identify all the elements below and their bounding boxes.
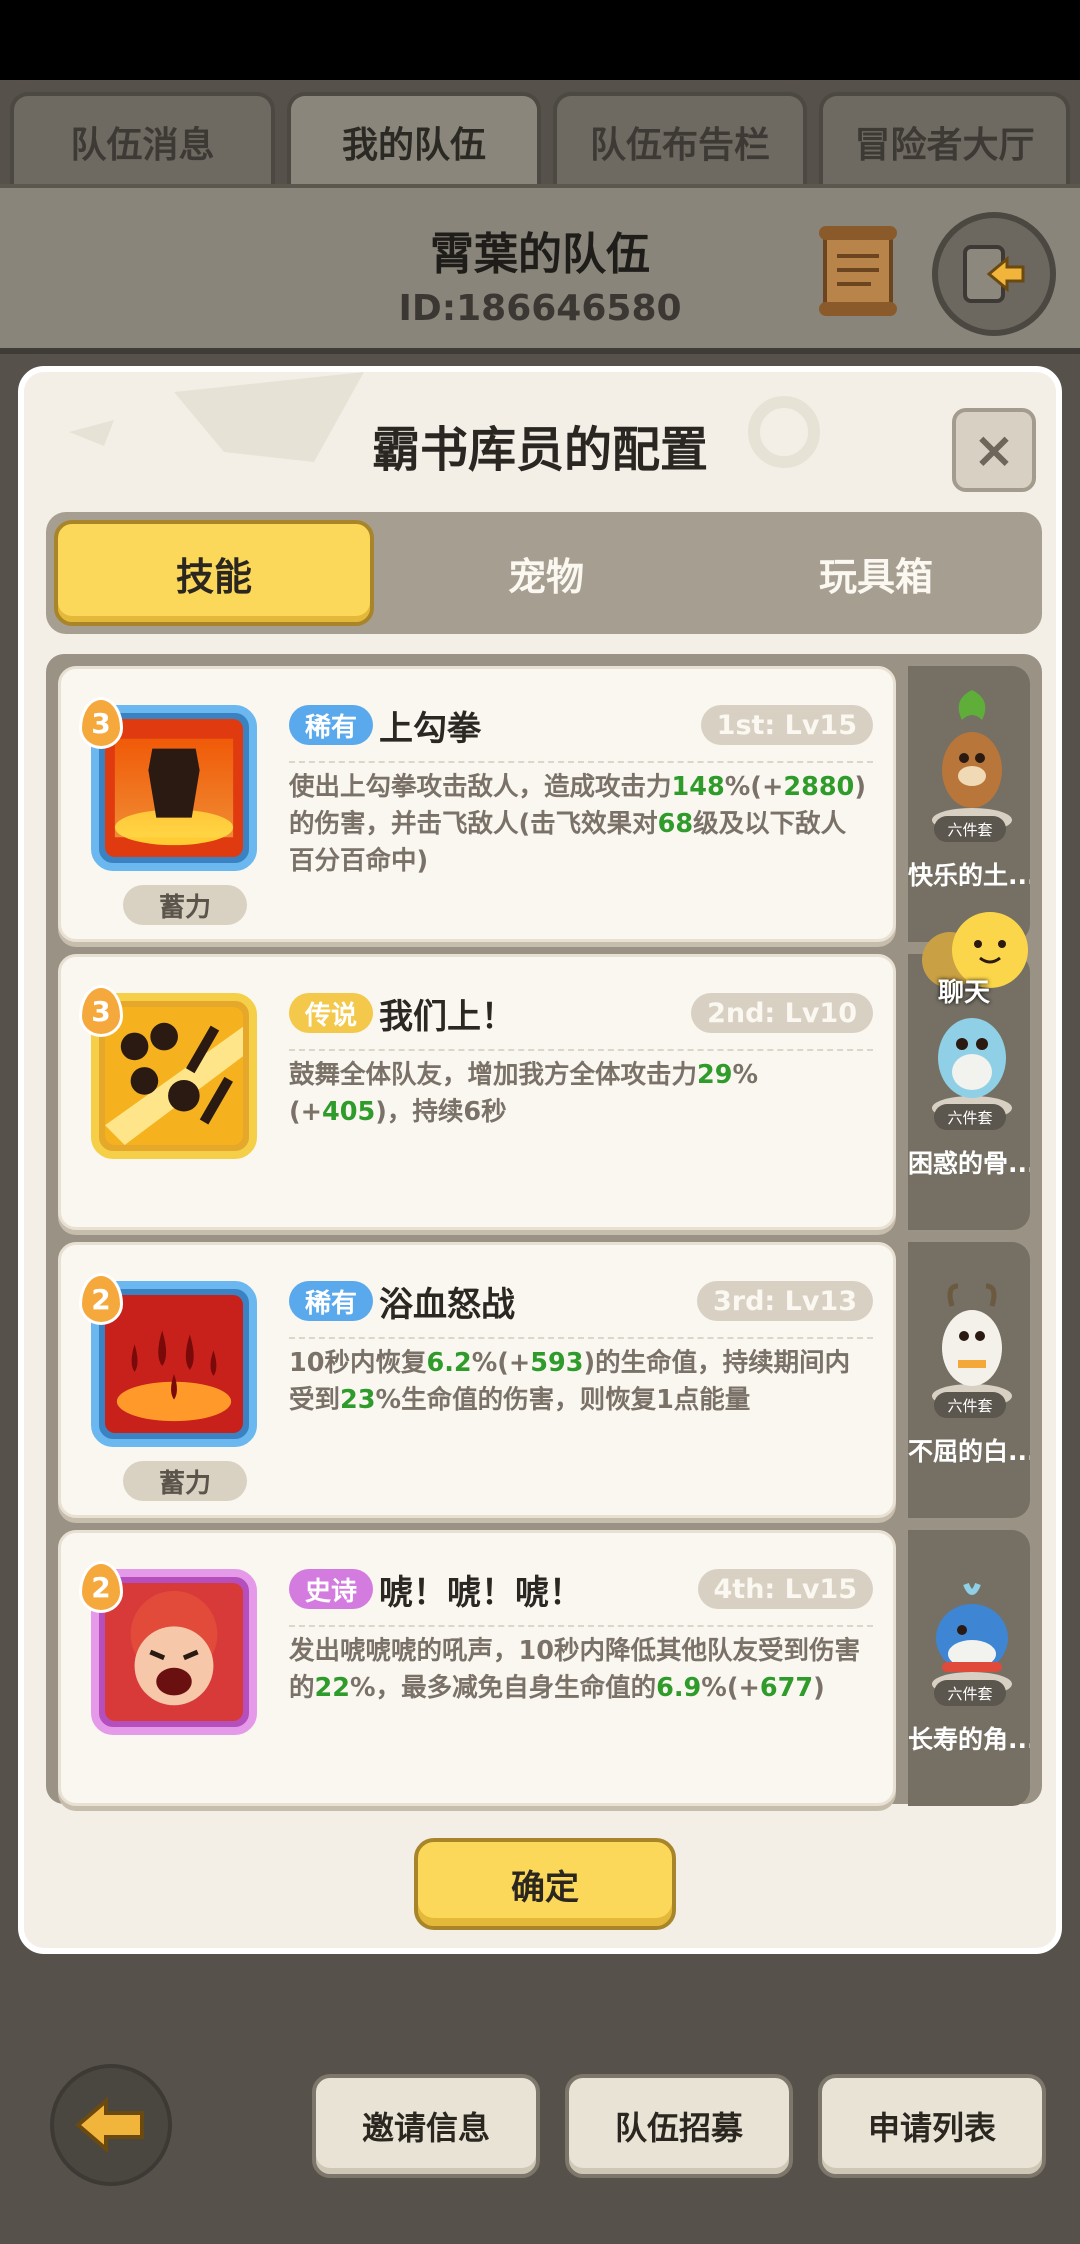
confirm-button[interactable]: 确定 xyxy=(414,1838,676,1930)
divider xyxy=(289,1625,873,1627)
top-tab-bar: 队伍消息 我的队伍 队伍布告栏 冒险者大厅 xyxy=(10,92,1070,188)
team-id: ID:186646580 xyxy=(398,288,682,329)
skill-card[interactable]: 3 传说 我们上！ 2nd: Lv10 鼓舞全体队友，增加我方全体攻击力29%(… xyxy=(58,954,896,1230)
application-list-button[interactable]: 申请列表 xyxy=(818,2074,1046,2178)
charge-tag: 蓄力 xyxy=(123,1461,247,1501)
team-recruit-button[interactable]: 队伍招募 xyxy=(565,2074,793,2178)
config-modal: 霸书库员的配置 × 技能 宠物 玩具箱 3 蓄力 稀有 上勾拳 1st: Lv1… xyxy=(18,366,1062,1954)
tab-team-bulletin[interactable]: 队伍布告栏 xyxy=(553,92,807,188)
fist-icon xyxy=(105,719,243,857)
skill-card[interactable]: 2 史诗 唬！唬！唬！ 4th: Lv15 发出唬唬唬的吼声，10秒内降低其他队… xyxy=(58,1530,896,1806)
set-tag: 六件套 xyxy=(934,816,1006,842)
blood-drop-icon xyxy=(105,1295,243,1433)
exit-arrow-icon xyxy=(963,245,1025,303)
skill-slot-level: 2nd: Lv10 xyxy=(691,993,873,1033)
back-arrow-icon xyxy=(74,2096,144,2154)
close-button[interactable]: × xyxy=(952,408,1036,492)
skill-name: 浴血怒战 xyxy=(379,1285,515,1325)
pet-name: 快乐的土... xyxy=(908,861,1030,890)
tab-adventurer-hall[interactable]: 冒险者大厅 xyxy=(819,92,1070,188)
config-tabs: 技能 宠物 玩具箱 xyxy=(46,512,1042,634)
skill-slot-level: 3rd: Lv13 xyxy=(696,1281,873,1321)
scroll-icon[interactable] xyxy=(815,222,901,320)
skill-description: 使出上勾拳攻击敌人，造成攻击力148%(+2880)的伤害，并击飞敌人(击飞效果… xyxy=(289,772,866,876)
pet-card[interactable]: 六件套 不屈的白... xyxy=(908,1242,1030,1518)
pet-card[interactable]: 六件套 快乐的土... xyxy=(908,666,1030,942)
skill-name: 唬！唬！唬！ xyxy=(379,1573,583,1613)
tab-pets[interactable]: 宠物 xyxy=(386,520,706,626)
pet-card[interactable]: 六件套 长寿的角... xyxy=(908,1530,1030,1806)
set-tag: 六件套 xyxy=(934,1104,1006,1130)
rarity-badge: 史诗 xyxy=(289,1569,374,1609)
rarity-badge: 传说 xyxy=(289,993,374,1033)
status-bar xyxy=(0,0,1080,80)
tab-skills[interactable]: 技能 xyxy=(54,520,374,626)
pet-name: 不屈的白... xyxy=(908,1437,1030,1466)
rarity-badge: 稀有 xyxy=(289,705,374,745)
skill-description: 10秒内恢复6.2%(+593)的生命值，持续期间内受到23%生命值的伤害，则恢… xyxy=(289,1348,851,1415)
tab-my-team[interactable]: 我的队伍 xyxy=(287,92,541,188)
skill-description: 发出唬唬唬的吼声，10秒内降低其他队友受到伤害的22%，最多减免自身生命值的6.… xyxy=(289,1636,860,1703)
chat-label[interactable]: 聊天 xyxy=(938,972,990,1009)
divider xyxy=(289,1337,873,1339)
divider xyxy=(289,1049,873,1051)
rally-icon xyxy=(105,1007,243,1145)
roar-face-icon xyxy=(105,1583,243,1721)
skill-slot-level: 1st: Lv15 xyxy=(700,705,873,745)
skill-list: 3 蓄力 稀有 上勾拳 1st: Lv15 使出上勾拳攻击敌人，造成攻击力148… xyxy=(46,654,1042,1806)
tab-toybox[interactable]: 玩具箱 xyxy=(716,520,1036,626)
skill-card[interactable]: 3 蓄力 稀有 上勾拳 1st: Lv15 使出上勾拳攻击敌人，造成攻击力148… xyxy=(58,666,896,942)
skill-name: 上勾拳 xyxy=(379,709,481,749)
team-header: 霄葉的队伍 ID:186646580 xyxy=(0,184,1080,354)
divider xyxy=(289,761,873,763)
pet-name: 长寿的角... xyxy=(908,1725,1030,1754)
exit-team-button[interactable] xyxy=(932,212,1056,336)
skill-name: 我们上！ xyxy=(379,997,515,1037)
close-icon: × xyxy=(973,421,1015,479)
team-name: 霄葉的队伍 xyxy=(430,229,650,280)
set-tag: 六件套 xyxy=(934,1392,1006,1418)
modal-title: 霸书库员的配置 xyxy=(371,422,708,478)
skill-description: 鼓舞全体队友，增加我方全体攻击力29%(+405)，持续6秒 xyxy=(289,1060,759,1127)
rarity-badge: 稀有 xyxy=(289,1281,374,1321)
invite-info-button[interactable]: 邀请信息 xyxy=(312,2074,540,2178)
charge-tag: 蓄力 xyxy=(123,885,247,925)
pet-name: 困惑的骨... xyxy=(908,1149,1030,1178)
skill-card[interactable]: 2 蓄力 稀有 浴血怒战 3rd: Lv13 10秒内恢复6.2%(+593)的… xyxy=(58,1242,896,1518)
tab-team-messages[interactable]: 队伍消息 xyxy=(10,92,275,188)
set-tag: 六件套 xyxy=(934,1680,1006,1706)
back-button[interactable] xyxy=(50,2064,172,2186)
skill-slot-level: 4th: Lv15 xyxy=(697,1569,873,1609)
